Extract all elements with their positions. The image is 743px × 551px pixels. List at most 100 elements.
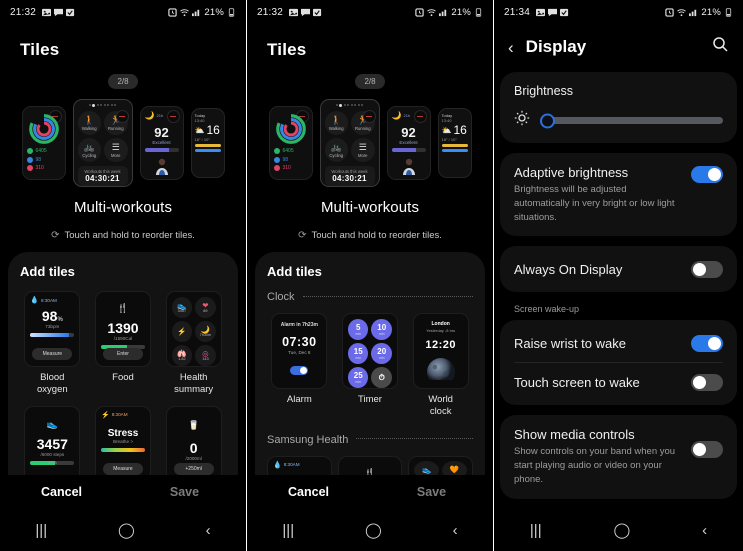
timer-preset[interactable]: 5 min [347, 319, 369, 340]
timer-preset[interactable]: 10 min [371, 319, 392, 340]
media-controls-card[interactable]: Show media controls Show controls on you… [500, 415, 737, 499]
tile-sub: Breathe > [112, 438, 134, 444]
workout-cell-more[interactable]: ☰ More [104, 138, 128, 162]
status-bar: 21:32 21% [247, 0, 493, 24]
media-controls-toggle[interactable] [691, 441, 723, 459]
workout-cell-cycling[interactable]: 🚲 Cycling [324, 138, 348, 162]
tiles-carousel[interactable]: 6405 98 310 🚶Walking 🏃Running 🚲Cycling ☰… [247, 97, 493, 189]
tile-preview[interactable]: 👟 3457 ❤ 89 ⚡ 🌙 7h30m 🫁 1.82 ◎ 143 [165, 291, 222, 367]
signal-icon [439, 9, 447, 16]
ring-stat-value: 98 [35, 156, 42, 163]
brightness-slider[interactable] [540, 113, 723, 128]
carousel-tile-weather[interactable]: Today 13:40 ⛅ 16 18° / 10° [190, 108, 225, 178]
world-clock-relative: Yesterday -8 hrs [426, 328, 456, 333]
tile-preview[interactable]: London Yesterday -8 hrs 12:20 [412, 313, 469, 389]
touch-screen-toggle[interactable] [691, 374, 723, 392]
back-icon[interactable]: ‹ [702, 522, 707, 539]
android-nav-bar: ||| ◯ ‹ [0, 509, 246, 551]
remove-tile-icon[interactable] [166, 110, 180, 123]
carousel-tile-multi-workouts[interactable]: 🚶Walking 🏃Running 🚲Cycling ☰More Workout… [319, 99, 380, 187]
add-tile-timer[interactable]: 5 min 10 min 15 min 20 min 25 min ⏱ Timer [338, 313, 403, 418]
timer-preset[interactable]: 20 min [371, 343, 392, 364]
page-title: Tiles [267, 40, 307, 59]
save-button[interactable]: Save [370, 485, 493, 499]
raise-wrist-toggle[interactable] [691, 335, 723, 353]
carousel-tile-sleep[interactable]: 🌙 21h 92 Excellent [386, 106, 431, 180]
remove-tile-icon[interactable] [115, 110, 129, 123]
add-tile-alarm[interactable]: Alarm in 7h23m 07:30 Tue, Dec 8 Alarm [267, 313, 332, 418]
search-icon[interactable] [712, 36, 729, 58]
touch-screen-row[interactable]: Touch screen to wake [514, 373, 723, 392]
alarm-toggle[interactable] [290, 366, 309, 375]
tile-preview[interactable]: ⚡ 8:30AM Stress Breathe > Measure [94, 405, 151, 482]
home-icon[interactable]: ◯ [613, 521, 630, 539]
sleep-quality: Excellent [399, 140, 418, 145]
tile-action-button[interactable]: +250ml [173, 462, 214, 475]
tile-action-button[interactable]: Enter [102, 348, 143, 360]
battery-percent: 21% [204, 6, 224, 18]
tiles-carousel[interactable]: 6405 98 310 🚶 Walking 🏃 [0, 97, 246, 189]
activity-rings-stats: 6405 98 310 [23, 148, 65, 171]
tile-action-button[interactable]: Measure [102, 462, 143, 475]
home-icon[interactable]: ◯ [365, 521, 382, 539]
battery-icon [475, 7, 482, 17]
timer-preset[interactable]: 25 min [347, 367, 369, 388]
workout-cell-walking[interactable]: 🚶 Walking [77, 111, 101, 135]
cancel-button[interactable]: Cancel [0, 485, 123, 499]
adaptive-brightness-card[interactable]: Adaptive brightness Brightness will be a… [500, 153, 737, 237]
add-tile-blood-oxygen[interactable]: 💧 8:30AM 98% 73bpm Measure Blood oxygen [20, 291, 85, 396]
back-icon[interactable]: ‹ [508, 39, 514, 56]
screen-wakeup-card: Raise wrist to wake Touch screen to wake [500, 320, 737, 406]
carousel-tile-activity-rings[interactable]: 6405 98 310 [21, 106, 66, 180]
timer-preset-custom[interactable]: ⏱ [371, 367, 392, 388]
add-tile-health-summary[interactable]: 👟 3457 ❤ 89 ⚡ 🌙 7h30m 🫁 1.82 ◎ 143 Health sum… [161, 291, 226, 396]
recents-icon[interactable]: ||| [282, 522, 294, 539]
workout-cell-more[interactable]: ☰ More [351, 138, 375, 162]
weather-bar-high [194, 144, 221, 147]
always-on-display-card[interactable]: Always On Display [500, 246, 737, 293]
reorder-hint-text: Touch and hold to reorder tiles. [64, 230, 195, 241]
category-samsung-health: Samsung Health [267, 434, 473, 446]
tile-value: 0 [189, 439, 198, 456]
status-time: 21:34 [504, 6, 531, 18]
add-tiles-title: Add tiles [267, 264, 322, 279]
tile-value: Stress [107, 427, 139, 439]
back-icon[interactable]: ‹ [453, 522, 458, 539]
tile-action-button[interactable]: Measure [32, 348, 73, 360]
tile-preview[interactable]: 💧 8:30AM 98% 73bpm Measure [24, 291, 81, 367]
brightness-card: Brightness [500, 72, 737, 143]
carousel-tile-sleep[interactable]: 🌙 21h 92 Excellent [139, 106, 184, 180]
add-tile-food[interactable]: 🍴 1390 /1590Cal Enter Food [91, 291, 156, 396]
remove-tile-icon[interactable] [362, 110, 376, 123]
media-controls-desc: Show controls on your band when you star… [514, 446, 676, 485]
carousel-tile-weather[interactable]: Today 13:40 ⛅ 16 18° / 10° [437, 108, 472, 178]
brightness-slider-row[interactable] [514, 110, 723, 131]
adaptive-brightness-toggle[interactable] [691, 166, 723, 183]
carousel-tile-multi-workouts[interactable]: 🚶 Walking 🏃 Running 🚲 Cycling ☰ More [72, 99, 133, 187]
save-button[interactable]: Save [123, 485, 246, 499]
tile-preview[interactable]: 5 min 10 min 15 min 20 min 25 min ⏱ [341, 313, 398, 389]
world-clock-city: London [431, 321, 450, 327]
workout-cell-cycling[interactable]: 🚲 Cycling [77, 138, 101, 162]
raise-wrist-row[interactable]: Raise wrist to wake [514, 334, 723, 353]
tile-preview[interactable]: 🥛 0 /2000ml +250ml [165, 405, 222, 482]
workout-cell-walking[interactable]: 🚶 Walking [324, 111, 348, 135]
tile-preview[interactable]: Alarm in 7h23m 07:30 Tue, Dec 8 [271, 313, 328, 389]
add-tile-world-clock[interactable]: London Yesterday -8 hrs 12:20 World cloc… [408, 313, 473, 418]
back-icon[interactable]: ‹ [206, 522, 211, 539]
home-icon[interactable]: ◯ [118, 521, 135, 539]
recents-icon[interactable]: ||| [530, 522, 542, 539]
remove-tile-icon[interactable] [413, 110, 427, 123]
brightness-slider-knob[interactable] [540, 113, 555, 128]
recents-icon[interactable]: ||| [35, 522, 47, 539]
always-on-display-toggle[interactable] [691, 261, 723, 279]
carousel-tile-activity-rings[interactable]: 6405 98 310 [268, 106, 313, 180]
timer-preset[interactable]: 15 min [347, 343, 369, 364]
tile-preview[interactable]: 👟 3457 /6000 steps 54% [24, 405, 81, 482]
sun-cloud-icon: ⛅ [194, 125, 205, 135]
tile-page-dots [321, 100, 379, 107]
phone-panel-display-settings: 21:34 21% ‹ Display Brightness Adaptive … [494, 0, 743, 551]
tile-preview[interactable]: 🍴 1390 /1590Cal Enter [94, 291, 151, 367]
tile-page-dots [74, 100, 132, 107]
cancel-button[interactable]: Cancel [247, 485, 370, 499]
